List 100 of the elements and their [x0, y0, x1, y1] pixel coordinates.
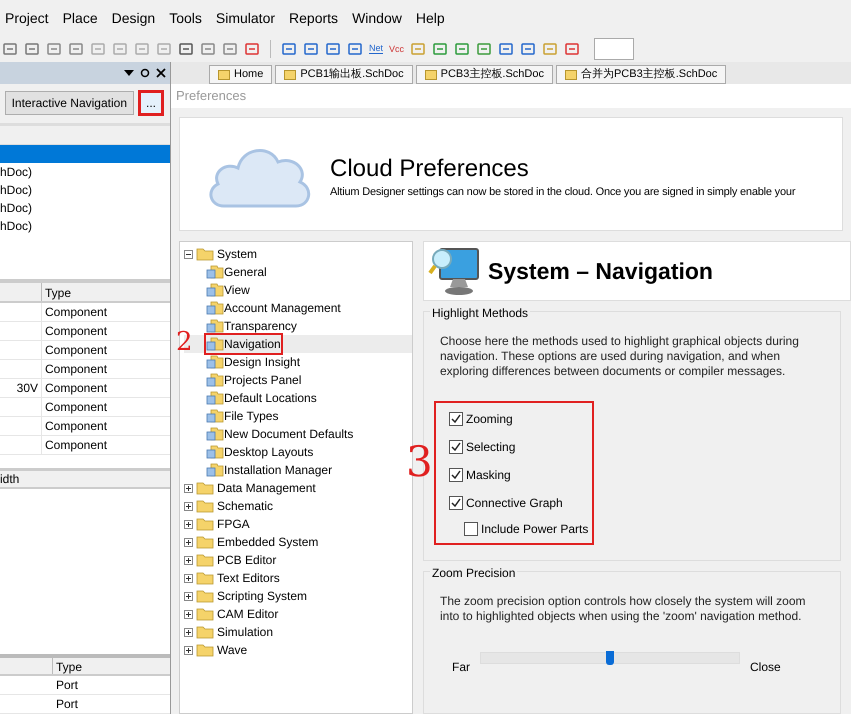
column-header[interactable]: idth	[0, 470, 20, 488]
menu-item[interactable]: Place	[56, 8, 105, 28]
toolbar-icon[interactable]	[303, 41, 319, 57]
checkbox[interactable]	[449, 468, 463, 482]
toolbar-icon[interactable]	[46, 41, 62, 57]
tree-item[interactable]: Scripting System	[184, 587, 412, 605]
tree-item[interactable]: Design Insight	[206, 353, 300, 371]
tree-item[interactable]: Default Locations	[206, 389, 317, 407]
checkbox[interactable]	[449, 412, 463, 426]
toolbar-icon[interactable]	[454, 41, 470, 57]
column-header[interactable]: Type	[53, 658, 82, 674]
table-cell-text: Component	[44, 342, 108, 359]
tree-item[interactable]: View	[206, 281, 250, 299]
checkbox-label[interactable]: Selecting	[466, 438, 516, 456]
menu-item[interactable]: Window	[345, 8, 409, 28]
slider-max-label: Close	[750, 659, 781, 676]
expand-icon[interactable]	[184, 646, 193, 654]
toolbar-icon[interactable]	[347, 41, 363, 57]
toolbar-icon[interactable]	[68, 41, 84, 57]
pin-icon[interactable]	[140, 68, 150, 78]
tree-item[interactable]: Installation Manager	[206, 461, 332, 479]
interactive-navigation-button[interactable]: Interactive Navigation	[4, 91, 134, 116]
folder-icon	[196, 589, 214, 603]
tree-item[interactable]: FPGA	[184, 515, 412, 533]
tree-item[interactable]: Transparency	[206, 317, 297, 335]
monitor-magnifier-icon	[428, 245, 480, 297]
menu-item[interactable]: Project	[0, 8, 56, 28]
tree-item[interactable]: CAM Editor	[184, 605, 412, 623]
tree-item[interactable]: Simulation	[184, 623, 412, 641]
settings-page-icon	[206, 265, 224, 279]
tree-item[interactable]: File Types	[206, 407, 278, 425]
collapse-icon[interactable]	[184, 250, 193, 258]
menu-item[interactable]: Tools	[162, 8, 209, 28]
folder-icon	[196, 247, 214, 261]
tree-item[interactable]: Projects Panel	[206, 371, 302, 389]
expand-icon[interactable]	[184, 556, 193, 564]
menu-item[interactable]: Simulator	[208, 8, 282, 28]
expand-icon[interactable]	[184, 610, 193, 618]
document-tab[interactable]: PCB1输出板.SchDoc	[275, 65, 413, 84]
menu-item[interactable]: Reports	[282, 8, 346, 28]
document-row[interactable]: hDoc)	[0, 198, 170, 217]
document-row[interactable]: hDoc)	[0, 162, 170, 181]
tree-item[interactable]: General	[206, 263, 267, 281]
more-button[interactable]: ...	[138, 90, 164, 116]
toolbar-icon[interactable]	[476, 41, 492, 57]
tree-item[interactable]: Desktop Layouts	[206, 443, 314, 461]
toolbar-icon[interactable]	[244, 41, 260, 57]
tree-item[interactable]: PCB Editor	[184, 551, 412, 569]
checkbox[interactable]	[449, 496, 463, 510]
toolbar-icon[interactable]	[325, 41, 341, 57]
tree-item[interactable]: Wave	[184, 641, 412, 659]
tree-item[interactable]: Account Management	[206, 299, 341, 317]
checkbox-label[interactable]: Include Power Parts	[481, 520, 588, 538]
toolbar-icon[interactable]	[222, 41, 238, 57]
expand-icon[interactable]	[184, 520, 193, 528]
menu-item[interactable]: Design	[104, 8, 162, 28]
expand-icon[interactable]	[184, 574, 193, 582]
toolbar-icon[interactable]	[498, 41, 514, 57]
document-row[interactable]: hDoc)	[0, 180, 170, 199]
folder-icon	[196, 553, 214, 567]
table-cell-text: Port	[55, 677, 78, 694]
slider-track[interactable]	[480, 652, 740, 664]
toolbar-icon[interactable]	[564, 41, 580, 57]
menu-item[interactable]: Help	[408, 8, 452, 28]
folder-icon	[196, 607, 214, 621]
settings-page-icon	[206, 283, 224, 297]
expand-icon[interactable]	[184, 628, 193, 636]
toolbar-icon[interactable]	[178, 41, 194, 57]
document-tab[interactable]: 合并为PCB3主控板.SchDoc	[556, 65, 726, 84]
tree-item[interactable]: Text Editors	[184, 569, 412, 587]
checkbox-label[interactable]: Connective Graph	[466, 494, 563, 512]
checkbox[interactable]	[464, 522, 478, 536]
document-tab[interactable]: Home	[209, 65, 272, 84]
tree-item[interactable]: Embedded System	[184, 533, 412, 551]
toolbar-icon[interactable]	[2, 41, 18, 57]
expand-icon[interactable]	[184, 592, 193, 600]
table-cell-text: Component	[44, 380, 108, 397]
toolbar-icon[interactable]	[281, 41, 297, 57]
toolbar-icon[interactable]	[24, 41, 40, 57]
dropdown-icon[interactable]	[124, 68, 134, 77]
page-title: System – Navigation	[488, 256, 713, 286]
toolbar-field[interactable]	[594, 38, 634, 60]
expand-icon[interactable]	[184, 538, 193, 546]
toolbar-icon[interactable]	[200, 41, 216, 57]
toolbar-icon[interactable]	[520, 41, 536, 57]
document-tab[interactable]: PCB3主控板.SchDoc	[416, 65, 553, 84]
document-row[interactable]: hDoc)	[0, 216, 170, 235]
checkbox-label[interactable]: Zooming	[466, 410, 513, 428]
expand-icon[interactable]	[184, 502, 193, 510]
power-port-tool[interactable]: Vcc	[389, 44, 404, 54]
tree-item[interactable]: New Document Defaults	[206, 425, 354, 443]
slider-thumb[interactable]	[606, 651, 614, 665]
checkbox-label[interactable]: Masking	[466, 466, 511, 484]
close-icon[interactable]	[156, 68, 166, 78]
checkbox[interactable]	[449, 440, 463, 454]
expand-icon[interactable]	[184, 484, 193, 492]
toolbar-icon[interactable]	[432, 41, 448, 57]
tree-item[interactable]: Schematic	[184, 497, 412, 515]
net-label-tool[interactable]: Net	[369, 44, 384, 54]
tree-item[interactable]: System	[184, 245, 412, 263]
